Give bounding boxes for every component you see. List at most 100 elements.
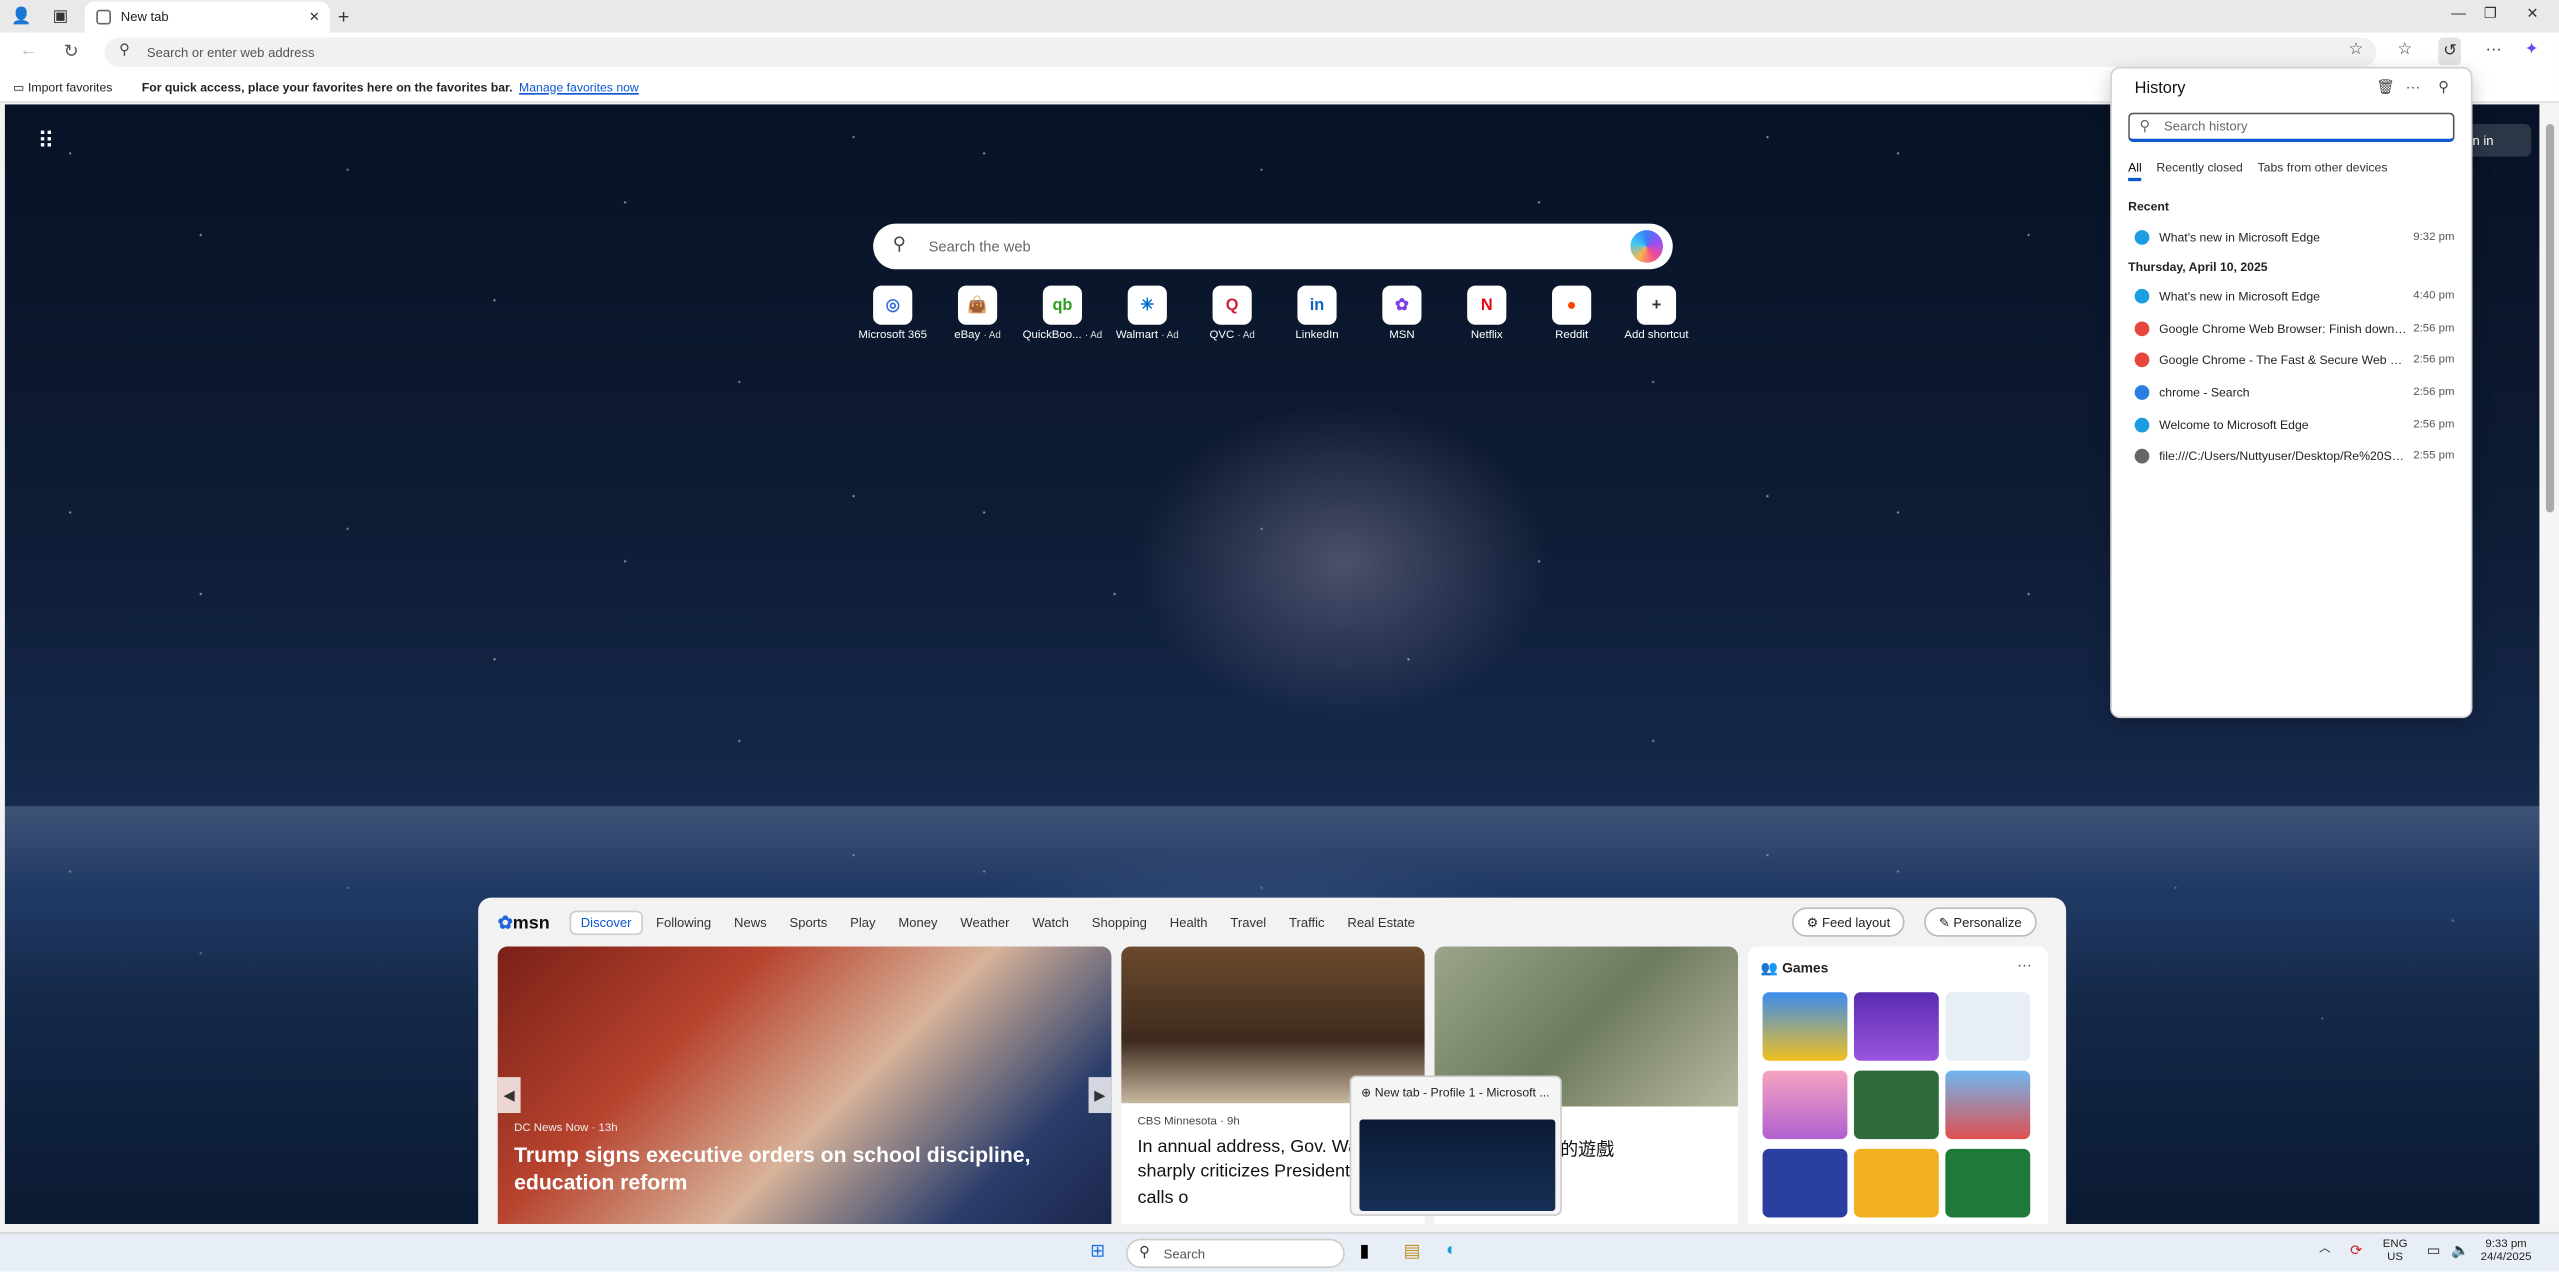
history-icon[interactable]: ↺ [2438, 37, 2462, 66]
msn-logo[interactable]: ✿msn [498, 911, 550, 933]
refresh-icon[interactable]: ↻ [64, 41, 79, 62]
history-item[interactable]: file:///C:/Users/Nuttyuser/Desktop/Re%20… [2134, 447, 2455, 467]
history-item[interactable]: Google Chrome - The Fast & Secure Web Br… [2134, 351, 2455, 371]
edge-taskbar-icon[interactable]: ◐ [1446, 1240, 1457, 1260]
game-tile[interactable] [1853, 992, 1939, 1061]
feed-tab-play[interactable]: Play [850, 915, 875, 930]
history-item[interactable]: Google Chrome Web Browser: Finish downlo… [2134, 319, 2455, 339]
import-favorites-button[interactable]: ▭ Import favorites [13, 79, 112, 94]
copilot-icon[interactable] [1630, 230, 1664, 263]
feed-tab-real-estate[interactable]: Real Estate [1347, 915, 1414, 930]
shortcut-2[interactable]: qb QuickBoo... · Ad [1020, 285, 1105, 341]
game-tile[interactable] [1945, 992, 2031, 1061]
back-icon[interactable]: ← [20, 41, 38, 61]
clock[interactable]: 9:33 pm 24/4/2025 [2481, 1239, 2532, 1266]
address-placeholder: Search or enter web address [146, 44, 315, 60]
shortcut-9[interactable]: + Add shortcut [1614, 285, 1699, 341]
more-menu-icon[interactable]: ··· [2486, 41, 2502, 59]
feed-tab-traffic[interactable]: Traffic [1289, 915, 1325, 930]
history-item[interactable]: What's new in Microsoft Edge 9:32 pm [2134, 227, 2455, 247]
shortcut-0[interactable]: ◎ Microsoft 365 [850, 285, 935, 341]
volume-icon[interactable]: 🔈 [2451, 1242, 2469, 1260]
taskbar-preview[interactable]: ⊕ New tab - Profile 1 - Microsoft ... [1349, 1075, 1562, 1216]
history-item[interactable]: What's new in Microsoft Edge 4:40 pm [2134, 287, 2455, 307]
history-tab-recently-closed[interactable]: Recently closed [2156, 160, 2242, 181]
next-arrow-icon[interactable]: ▶ [1088, 1077, 1112, 1114]
more-options-icon[interactable]: ··· [2017, 956, 2032, 972]
shortcut-5[interactable]: in LinkedIn [1275, 285, 1360, 341]
feed-tab-sports[interactable]: Sports [790, 915, 828, 930]
feed-tab-travel[interactable]: Travel [1230, 915, 1266, 930]
history-search-input[interactable]: ⚲ Search history [2128, 112, 2455, 142]
shortcut-label: eBay · Ad [954, 329, 1001, 342]
shortcut-7[interactable]: N Netflix [1444, 285, 1529, 341]
manage-favorites-link[interactable]: Manage favorites now [519, 79, 639, 94]
copilot-icon[interactable]: ✦ [2525, 41, 2539, 59]
shortcut-1[interactable]: 👜 eBay · Ad [935, 285, 1020, 342]
shortcut-icon: ◎ [873, 285, 913, 325]
scrollbar-thumb[interactable] [2545, 124, 2555, 513]
profile-icon[interactable]: 👤 [10, 5, 33, 28]
new-tab-button[interactable]: + [338, 5, 349, 28]
restore-icon[interactable]: ❐ [2484, 5, 2497, 23]
close-tab-icon[interactable]: ✕ [309, 10, 320, 25]
shortcut-6[interactable]: ✿ MSN [1359, 285, 1444, 341]
feed-layout-button[interactable]: ⚙ Feed layout [1791, 907, 1905, 937]
pin-icon[interactable]: ⚲ [2438, 78, 2449, 96]
shortcut-icon: 👜 [957, 285, 998, 325]
game-tile[interactable] [1853, 1070, 1939, 1140]
workspaces-icon[interactable]: ▣ [49, 5, 72, 28]
history-item[interactable]: Welcome to Microsoft Edge 2:56 pm [2134, 415, 2455, 435]
shortcut-label: Walmart · Ad [1115, 329, 1179, 342]
page-scrollbar[interactable] [2541, 104, 2559, 1224]
start-icon[interactable]: ⊞ [1090, 1240, 1105, 1262]
favorites-icon[interactable]: ☆ [2397, 41, 2412, 59]
update-icon[interactable]: ⟳ [2350, 1242, 2362, 1260]
shortcut-8[interactable]: ● Reddit [1529, 285, 1614, 341]
feed-tab-money[interactable]: Money [898, 915, 937, 930]
delete-icon[interactable]: 🗑 [2376, 78, 2395, 96]
tab-new-tab[interactable]: New tab ✕ [84, 1, 330, 33]
game-tile[interactable] [1945, 1148, 2031, 1218]
taskbar-search-label: Search [1163, 1246, 1206, 1261]
history-tab-tabs-from-other-devices[interactable]: Tabs from other devices [2258, 160, 2388, 181]
history-section-heading: Recent [2128, 199, 2169, 214]
history-item-title: Welcome to Microsoft Edge [2159, 416, 2309, 432]
web-search-box[interactable]: ⚲ Search the web [873, 223, 1673, 270]
tray-chevron-icon[interactable]: ︿ [2319, 1244, 2330, 1258]
shortcut-4[interactable]: Q QVC · Ad [1190, 285, 1275, 341]
feed-tab-health[interactable]: Health [1170, 915, 1208, 930]
personalize-button[interactable]: ✎ Personalize [1924, 907, 2037, 937]
file-explorer-icon[interactable]: ▤ [1404, 1240, 1421, 1262]
task-view-icon[interactable]: ▮ [1359, 1240, 1369, 1262]
history-item-time: 2:56 pm [2413, 354, 2455, 367]
game-tile[interactable] [1945, 1070, 2031, 1140]
sign-in-button[interactable]: n in [2465, 124, 2532, 157]
feed-tab-following[interactable]: Following [656, 915, 711, 930]
language-indicator[interactable]: ENG US [2383, 1239, 2408, 1266]
game-tile[interactable] [1762, 1148, 1848, 1218]
game-tile[interactable] [1762, 1070, 1848, 1140]
feed-tab-watch[interactable]: Watch [1032, 915, 1069, 930]
prev-arrow-icon[interactable]: ◀ [497, 1077, 521, 1114]
hero-news-card[interactable]: ◀ ▶ DC News Now · 13h Trump signs execut… [497, 946, 1112, 1224]
shortcut-3[interactable]: ✳ Walmart · Ad [1105, 285, 1190, 342]
app-launcher-icon[interactable]: ⠿ [38, 127, 55, 155]
history-item[interactable]: chrome - Search 2:56 pm [2134, 383, 2455, 403]
favorite-star-icon[interactable]: ☆ [2348, 41, 2363, 59]
taskbar-search[interactable]: ⚲ Search [1126, 1238, 1345, 1269]
game-tile[interactable] [1762, 992, 1848, 1061]
feed-tab-news[interactable]: News [734, 915, 767, 930]
minimize-icon[interactable]: — [2451, 5, 2466, 21]
taskbar: ⊞ ⚲ Search ▮ ▤ ◐ ︿ ⟳ ENG US ▭ 🔈 9:33 pm 24… [0, 1232, 2559, 1272]
network-icon[interactable]: ▭ [2427, 1242, 2441, 1260]
feed-tab-shopping[interactable]: Shopping [1092, 915, 1147, 930]
game-tile[interactable] [1853, 1148, 1939, 1218]
feed-tab-weather[interactable]: Weather [960, 915, 1009, 930]
address-bar[interactable]: ⚲ Search or enter web address ☆ [104, 37, 2377, 67]
close-window-icon[interactable]: ✕ [2526, 5, 2538, 23]
more-options-icon[interactable]: ··· [2406, 78, 2421, 94]
history-tab-all[interactable]: All [2128, 160, 2142, 182]
shortcut-icon: N [1467, 285, 1507, 325]
feed-tab-discover[interactable]: Discover [569, 909, 643, 935]
